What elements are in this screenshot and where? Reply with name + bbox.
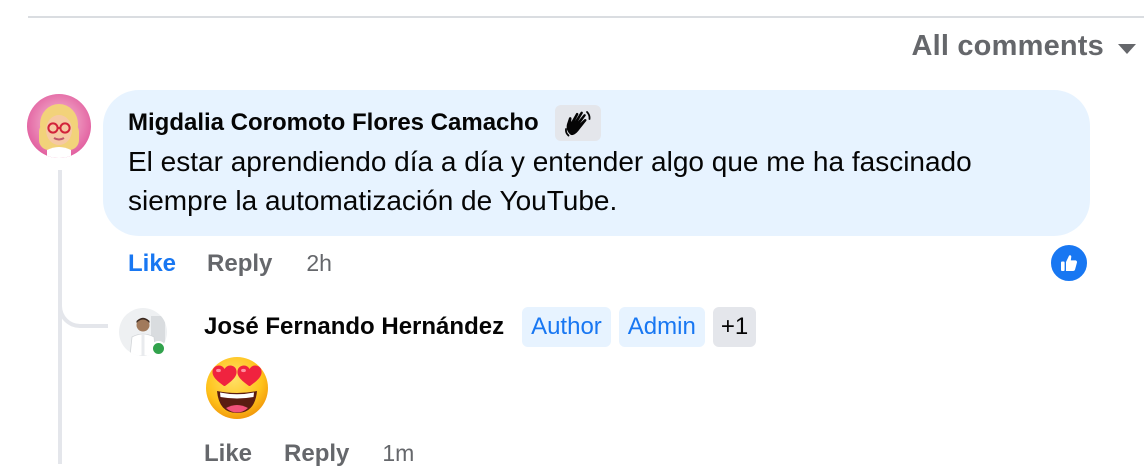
thumbs-up-icon[interactable]	[1050, 244, 1088, 282]
comment-timestamp[interactable]: 2h	[306, 250, 332, 277]
comment-text: El estar aprendiendo día a día y entende…	[128, 142, 1066, 220]
reply-author-name[interactable]: José Fernando Hernández	[204, 313, 504, 341]
comment-actions: Like Reply 2h	[128, 250, 332, 278]
reply-branch-line	[58, 270, 108, 328]
heart-eyes-emoji-icon	[204, 355, 270, 421]
reply-timestamp[interactable]: 1m	[382, 440, 414, 467]
comment-sort-dropdown[interactable]: All comments	[911, 30, 1136, 63]
comment-text-line: El estar aprendiendo día a día y entende…	[128, 146, 972, 177]
top-divider	[28, 16, 1144, 18]
reply-header: José Fernando Hernández Author Admin +1	[204, 307, 757, 347]
more-badges[interactable]: +1	[712, 307, 757, 347]
reply-avatar[interactable]	[119, 308, 167, 356]
online-status-dot	[151, 341, 166, 356]
sort-label: All comments	[911, 30, 1104, 62]
reply-button[interactable]: Reply	[207, 250, 272, 278]
commenter-avatar[interactable]	[27, 94, 91, 158]
commenter-name[interactable]: Migdalia Coromoto Flores Camacho	[128, 109, 539, 137]
admin-badge[interactable]: Admin	[618, 307, 705, 347]
author-badge[interactable]: Author	[522, 307, 611, 347]
wave-hand-icon[interactable]	[554, 105, 601, 141]
comment-bubble: Migdalia Coromoto Flores Camacho El esta…	[103, 90, 1090, 236]
comment-text-line: siempre la automatización de YouTube.	[128, 185, 618, 216]
like-button[interactable]: Like	[128, 250, 176, 278]
caret-down-icon	[1118, 43, 1136, 54]
